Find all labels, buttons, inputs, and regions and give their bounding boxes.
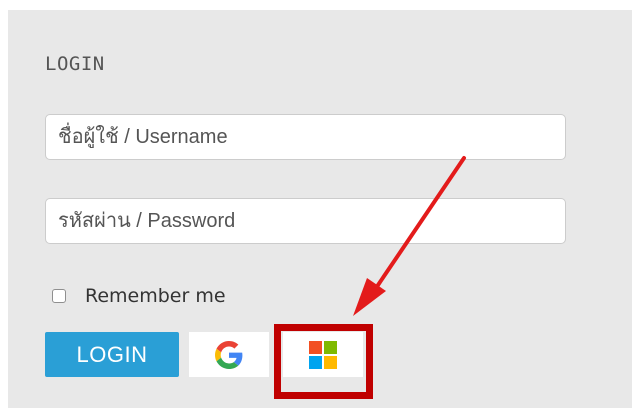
username-input[interactable] (45, 114, 566, 160)
page: LOGIN Remember me LOGIN (0, 0, 632, 417)
google-login-button[interactable] (189, 332, 269, 377)
password-input[interactable] (45, 198, 566, 244)
remember-me-row[interactable]: Remember me (52, 284, 226, 308)
remember-me-checkbox[interactable] (52, 289, 66, 303)
remember-me-label[interactable]: Remember me (85, 285, 226, 307)
login-button[interactable]: LOGIN (45, 332, 179, 377)
annotation-highlight-box (274, 324, 373, 399)
google-logo-icon (215, 340, 243, 369)
login-title: LOGIN (45, 53, 105, 75)
